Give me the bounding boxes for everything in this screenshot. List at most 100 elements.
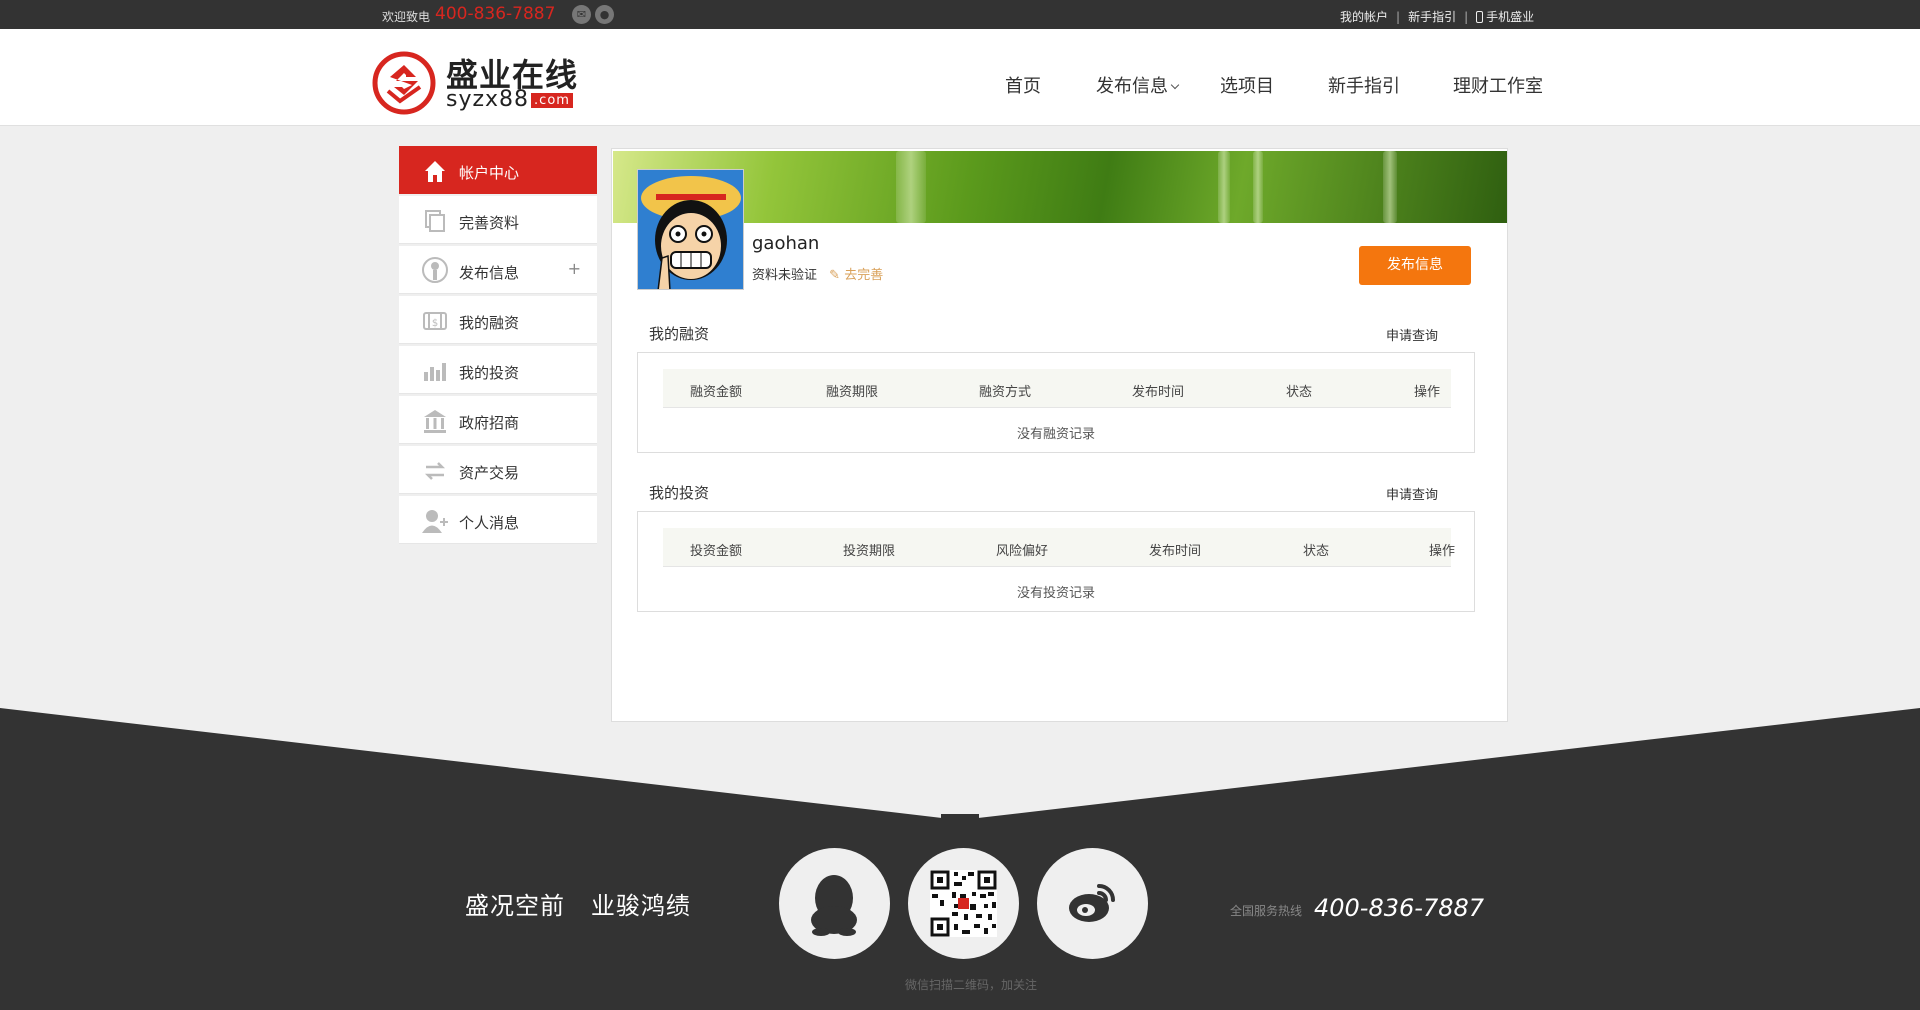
sidebar-item-financing[interactable]: $ 我的融资 xyxy=(399,296,597,344)
publish-icon xyxy=(422,257,448,283)
column-header: 投资期限 xyxy=(843,544,896,559)
expand-plus-icon[interactable]: + xyxy=(568,259,581,278)
financing-icon: $ xyxy=(423,312,447,330)
sidebar-item-messages[interactable]: 个人消息 xyxy=(399,496,597,544)
avatar[interactable] xyxy=(637,169,744,290)
nav-publish-label: 发布信息 xyxy=(1096,76,1168,97)
qr-note: 微信扫描二维码，加关注 xyxy=(905,978,1038,992)
qr-code-icon xyxy=(930,870,997,937)
sidebar-item-profile[interactable]: 完善资料 xyxy=(399,196,597,244)
sidebar-item-exchange[interactable]: 资产交易 xyxy=(399,446,597,494)
nav-guide[interactable]: 新手指引 xyxy=(1328,72,1400,98)
profile-banner xyxy=(613,151,1507,223)
government-icon xyxy=(424,410,446,433)
edit-icon: ✎ xyxy=(829,268,841,283)
hotline-label: 全国服务热线 xyxy=(1230,904,1303,918)
site-header: 盛业在线 syzx88 .com 首页 发布信息 选项目 新手指引 理财工作室 xyxy=(0,29,1920,126)
investment-query-link[interactable]: 申请查询 xyxy=(1386,484,1438,503)
qq-icon[interactable]: ● xyxy=(595,5,614,24)
mobile-link-label: 手机盛业 xyxy=(1486,10,1535,24)
column-header: 操作 xyxy=(1414,385,1441,400)
mobile-link[interactable]: 手机盛业 xyxy=(1476,10,1534,24)
home-icon xyxy=(425,161,445,182)
profile-icon xyxy=(425,210,445,232)
column-header: 融资金额 xyxy=(690,385,743,400)
weibo-icon xyxy=(1069,884,1115,922)
empty-message: 没有投资记录 xyxy=(1016,586,1095,601)
column-header: 融资期限 xyxy=(826,385,879,400)
logo-tld: .com xyxy=(531,93,573,108)
top-phone: 400-836-7887 xyxy=(435,4,556,24)
column-header: 发布时间 xyxy=(1149,544,1202,559)
table-header: 融资金额 融资期限 融资方式 发布时间 状态 操作 xyxy=(663,369,1451,408)
column-header: 操作 xyxy=(1429,544,1456,559)
message-icon xyxy=(422,510,448,533)
sidebar-item-label: 个人消息 xyxy=(459,514,520,532)
sidebar-item-label: 我的投资 xyxy=(459,364,520,382)
avatar-image xyxy=(638,170,743,289)
my-account-link[interactable]: 我的帐户 xyxy=(1340,10,1388,24)
top-links: 我的帐户 | 新手指引 | 手机盛业 xyxy=(1340,10,1535,24)
sidebar-item-investment[interactable]: 我的投资 xyxy=(399,346,597,394)
publish-button[interactable]: 发布信息 xyxy=(1359,246,1471,285)
column-header: 状态 xyxy=(1303,544,1330,559)
financing-table: 融资金额 融资期限 融资方式 发布时间 状态 操作 没有融资记录 xyxy=(637,352,1475,453)
logo-domain: syzx88 .com xyxy=(446,87,573,112)
banner-bamboo xyxy=(1218,151,1230,223)
sidebar-item-label: 资产交易 xyxy=(459,464,520,482)
slogan-part: 业骏鸿绩 xyxy=(590,892,691,920)
complete-profile-label: 去完善 xyxy=(844,268,884,283)
nav-publish[interactable]: 发布信息 xyxy=(1096,72,1180,98)
mobile-phone-icon xyxy=(1476,11,1484,23)
wechat-icon[interactable]: ✉ xyxy=(572,5,591,24)
footer-qr-code[interactable] xyxy=(908,848,1019,959)
complete-profile-link[interactable]: ✎ 去完善 xyxy=(829,268,883,283)
account-sidebar: 帐户中心 完善资料 发布信息 + $ 我的融资 我的投资 政府招商 资产交易 个… xyxy=(399,146,597,546)
sidebar-item-label: 政府招商 xyxy=(459,414,520,432)
table-header: 投资金额 投资期限 风险偏好 发布时间 状态 操作 xyxy=(663,528,1455,567)
sidebar-item-label: 我的融资 xyxy=(459,314,520,332)
sidebar-item-label: 帐户中心 xyxy=(459,164,520,182)
financing-query-link[interactable]: 申请查询 xyxy=(1386,325,1438,344)
chevron-down-icon xyxy=(1170,80,1180,90)
sidebar-item-publish[interactable]: 发布信息 + xyxy=(399,246,597,294)
sidebar-item-label: 发布信息 xyxy=(459,264,520,282)
slogan-part: 盛况空前 xyxy=(465,892,565,920)
hotline-number: 400-836-7887 xyxy=(1314,894,1485,922)
account-panel: gaohan 资料未验证 ✎ 去完善 发布信息 我的融资 申请查询 融资金额 融… xyxy=(611,148,1508,722)
footer-weibo-button[interactable] xyxy=(1037,848,1148,959)
verify-status: 资料未验证 ✎ 去完善 xyxy=(752,264,883,283)
sidebar-item-account[interactable]: 帐户中心 xyxy=(399,146,597,194)
banner-bamboo xyxy=(1383,151,1397,223)
banner-bamboo xyxy=(1253,151,1263,223)
footer-qq-button[interactable] xyxy=(779,848,890,959)
financing-title: 我的融资 xyxy=(649,325,710,343)
svg-text:$: $ xyxy=(432,318,438,329)
column-header: 风险偏好 xyxy=(996,544,1049,559)
welcome-text: 欢迎致电 xyxy=(382,10,431,24)
logo-mark-icon xyxy=(372,51,436,115)
sidebar-item-government[interactable]: 政府招商 xyxy=(399,396,597,444)
column-header: 投资金额 xyxy=(690,544,743,559)
nav-home[interactable]: 首页 xyxy=(1005,72,1041,98)
column-header: 融资方式 xyxy=(979,385,1032,400)
footer-slogan: 盛况空前 业骏鸿绩 xyxy=(465,886,691,921)
empty-message: 没有融资记录 xyxy=(1016,427,1095,442)
exchange-icon xyxy=(424,462,446,480)
investment-title: 我的投资 xyxy=(649,484,710,502)
banner-bamboo xyxy=(896,151,926,223)
column-header: 发布时间 xyxy=(1132,385,1185,400)
qq-penguin-icon xyxy=(811,875,857,936)
nav-projects[interactable]: 选项目 xyxy=(1220,72,1274,98)
investment-table: 投资金额 投资期限 风险偏好 发布时间 状态 操作 没有投资记录 xyxy=(637,511,1475,612)
nav-studio[interactable]: 理财工作室 xyxy=(1453,72,1543,98)
verify-status-text: 资料未验证 xyxy=(752,268,818,283)
logo-domain-text: syzx88 xyxy=(446,87,530,112)
sidebar-item-label: 完善资料 xyxy=(459,214,520,232)
site-logo[interactable]: 盛业在线 syzx88 .com xyxy=(372,49,588,117)
top-bar: 欢迎致电 400-836-7887 ✉ ● 我的帐户 | 新手指引 | 手机盛业 xyxy=(0,0,1920,29)
guide-link[interactable]: 新手指引 xyxy=(1408,10,1456,24)
column-header: 状态 xyxy=(1286,385,1313,400)
investment-icon xyxy=(424,363,446,381)
username: gaohan xyxy=(752,233,820,254)
